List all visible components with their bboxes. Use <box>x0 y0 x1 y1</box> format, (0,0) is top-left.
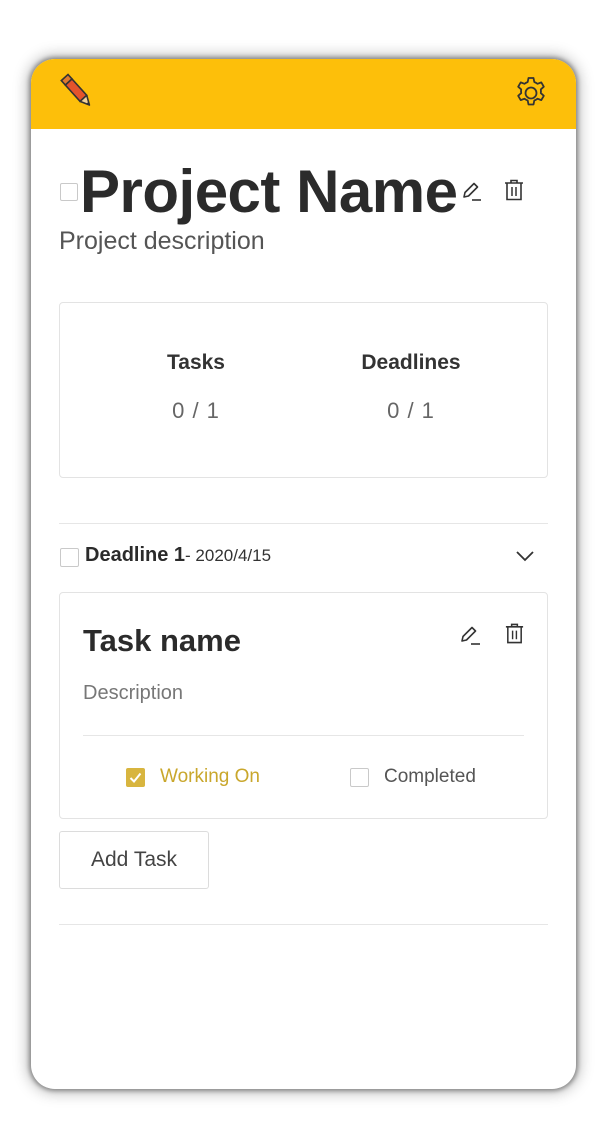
task-description: Description <box>83 682 184 704</box>
deadline-complete-checkbox[interactable] <box>60 548 79 567</box>
deadlines-count: 0 / 1 <box>387 398 435 423</box>
working-on-label: Working On <box>160 766 260 787</box>
tasks-count: 0 / 1 <box>172 398 220 423</box>
task-name: Task name <box>83 623 241 658</box>
completed-label: Completed <box>384 766 476 787</box>
project-complete-checkbox[interactable] <box>60 183 78 201</box>
project-title: Project Name <box>80 158 458 225</box>
task-card: Task name Description Working On Complet… <box>59 592 548 819</box>
check-icon <box>129 772 142 783</box>
divider <box>83 735 524 736</box>
tasks-label: Tasks <box>167 351 225 374</box>
pencil-icon <box>60 73 91 106</box>
stats-card: Tasks 0 / 1 Deadlines 0 / 1 <box>59 302 548 478</box>
deadline-title: Deadline 1 <box>85 544 186 566</box>
project-description: Project description <box>59 227 265 255</box>
gear-icon[interactable] <box>514 76 548 110</box>
trash-icon[interactable] <box>504 622 525 645</box>
trash-icon[interactable] <box>503 178 525 202</box>
add-task-button[interactable]: Add Task <box>59 831 209 889</box>
deadlines-stat: Deadlines 0 / 1 <box>321 351 501 424</box>
edit-icon[interactable] <box>459 179 483 203</box>
tasks-stat: Tasks 0 / 1 <box>106 351 286 424</box>
deadline-date: - 2020/4/15 <box>185 546 272 565</box>
divider <box>59 924 548 925</box>
deadlines-label: Deadlines <box>361 351 461 374</box>
checkbox-checked[interactable] <box>126 768 145 787</box>
deadline-header: Deadline 1- 2020/4/15 <box>85 544 271 567</box>
app-bar <box>31 59 576 129</box>
chevron-down-icon[interactable] <box>515 549 535 563</box>
edit-icon[interactable] <box>459 623 481 647</box>
divider <box>59 523 548 524</box>
checkbox-unchecked[interactable] <box>350 768 369 787</box>
app-window: Project Name Project description Tasks 0… <box>31 59 576 1089</box>
